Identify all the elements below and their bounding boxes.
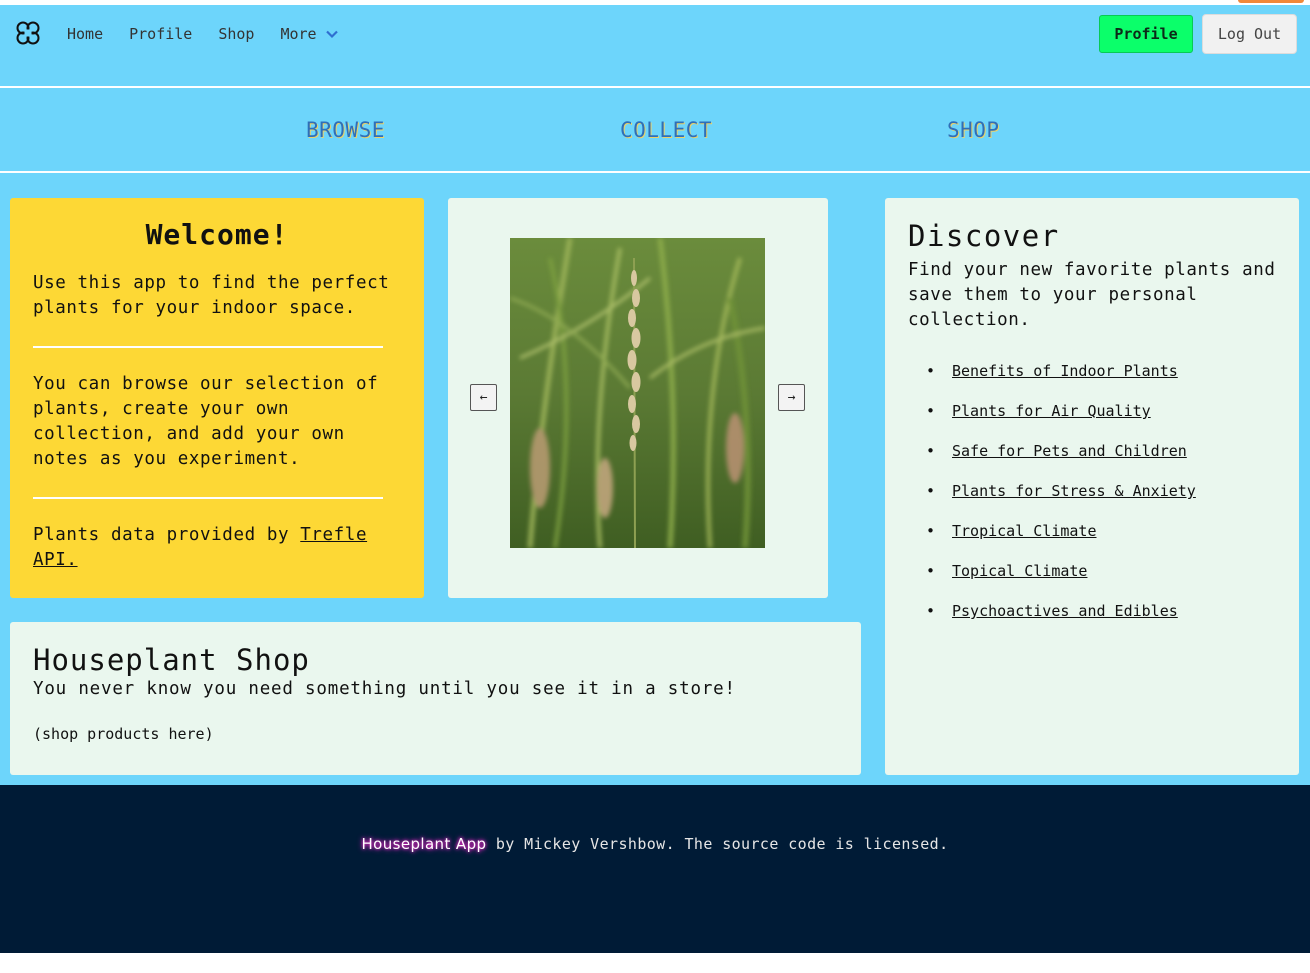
- logout-button[interactable]: Log Out: [1202, 14, 1297, 54]
- welcome-intro: Use this app to find the perfect plants …: [33, 273, 390, 318]
- nav-shop-link[interactable]: Shop: [218, 24, 254, 44]
- bullet-icon: •: [926, 562, 936, 580]
- nav-profile-link[interactable]: Profile: [129, 24, 192, 44]
- plant-photo: [510, 238, 765, 548]
- bullet-icon: •: [926, 602, 936, 620]
- nav-more-dropdown[interactable]: More: [280, 24, 338, 44]
- shop-subtitle: You never know you need something until …: [33, 679, 736, 699]
- bullet-icon: •: [926, 362, 936, 380]
- benefits-link[interactable]: Benefits of Indoor Plants: [952, 362, 1178, 380]
- chevron-down-icon: [325, 30, 338, 39]
- footer-credit: by Mickey Vershbow. The source code is l…: [486, 835, 949, 853]
- plant-carousel: ← →: [448, 198, 828, 598]
- welcome-card: Welcome! Use this app to find the perfec…: [10, 198, 424, 598]
- tropical-climate-link[interactable]: Tropical Climate: [952, 522, 1097, 540]
- profile-button[interactable]: Profile: [1099, 15, 1193, 53]
- app-root: Home Profile Shop More Profile Log Out B…: [0, 5, 1310, 953]
- bullet-icon: •: [926, 482, 936, 500]
- arrow-right-icon: →: [787, 390, 796, 405]
- list-item: • Topical Climate: [926, 561, 1276, 581]
- bullet-icon: •: [926, 442, 936, 460]
- list-item: • Safe for Pets and Children: [926, 441, 1276, 461]
- welcome-description: You can browse our selection of plants, …: [33, 374, 379, 469]
- browse-link[interactable]: BROWSE: [306, 118, 385, 142]
- bullet-icon: •: [926, 522, 936, 540]
- air-quality-link[interactable]: Plants for Air Quality: [952, 402, 1151, 420]
- clover-logo-icon[interactable]: [14, 19, 42, 47]
- shop-card: Houseplant Shop You never know you need …: [10, 622, 861, 775]
- section-nav: BROWSE COLLECT SHOP: [0, 88, 1310, 173]
- shop-section-link[interactable]: SHOP: [947, 118, 1000, 142]
- topical-climate-link[interactable]: Topical Climate: [952, 562, 1087, 580]
- nav-more-label: More: [280, 25, 317, 43]
- list-item: • Plants for Stress & Anxiety: [926, 481, 1276, 501]
- discover-intro: Find your new favorite plants and save t…: [908, 260, 1276, 330]
- list-item: • Benefits of Indoor Plants: [926, 361, 1276, 381]
- nav-home-link[interactable]: Home: [67, 24, 103, 44]
- navbar: Home Profile Shop More Profile Log Out: [0, 5, 1310, 88]
- list-item: • Tropical Climate: [926, 521, 1276, 541]
- discover-link-list: • Benefits of Indoor Plants • Plants for A…: [908, 361, 1276, 621]
- stress-anxiety-link[interactable]: Plants for Stress & Anxiety: [952, 482, 1196, 500]
- divider: [33, 497, 383, 499]
- list-item: • Plants for Air Quality: [926, 401, 1276, 421]
- shop-title: Houseplant Shop: [33, 643, 310, 677]
- footer-text: Houseplant App by Mickey Vershbow. The s…: [0, 835, 1310, 853]
- discover-card: Discover Find your new favorite plants a…: [885, 198, 1299, 775]
- pet-safe-link[interactable]: Safe for Pets and Children: [952, 442, 1187, 460]
- carousel-prev-button[interactable]: ←: [470, 384, 497, 411]
- footer-brand-link[interactable]: Houseplant App: [361, 835, 486, 853]
- footer: Houseplant App by Mickey Vershbow. The s…: [0, 785, 1310, 953]
- discover-title: Discover: [908, 219, 1060, 253]
- arrow-left-icon: ←: [479, 390, 488, 405]
- welcome-title: Welcome!: [145, 218, 289, 251]
- psychoactives-link[interactable]: Psychoactives and Edibles: [952, 602, 1178, 620]
- bullet-icon: •: [926, 402, 936, 420]
- shop-products-placeholder: (shop products here): [33, 725, 214, 743]
- nav-links: Home Profile Shop More: [67, 24, 365, 44]
- list-item: • Psychoactives and Edibles: [926, 601, 1276, 621]
- top-accent: [1238, 0, 1304, 3]
- carousel-next-button[interactable]: →: [778, 384, 805, 411]
- divider: [33, 346, 383, 348]
- credit-text: Plants data provided by: [33, 525, 301, 545]
- collect-link[interactable]: COLLECT: [620, 118, 712, 142]
- data-credit: Plants data provided by Trefle API.: [33, 523, 401, 573]
